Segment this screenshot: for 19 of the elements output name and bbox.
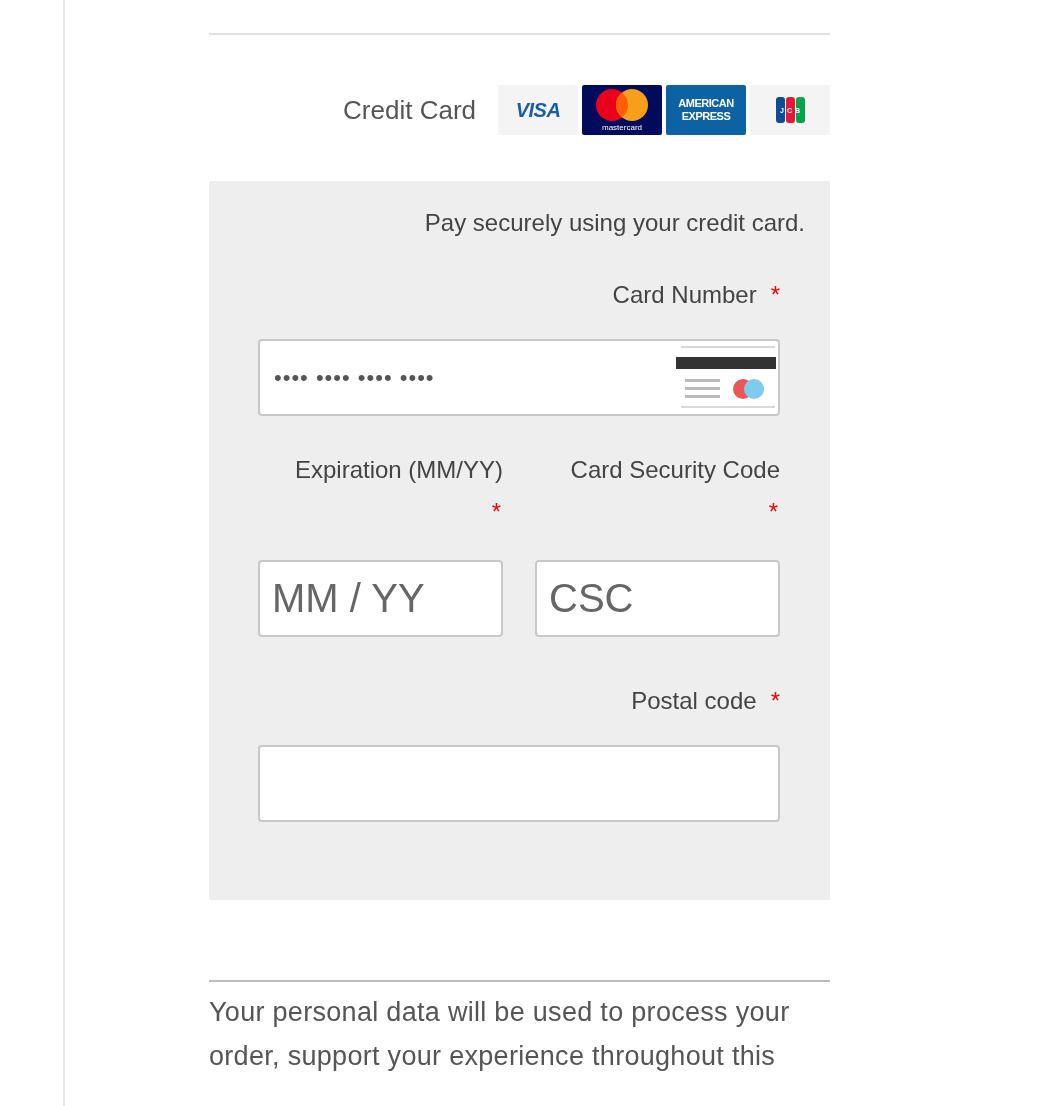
required-mark: * (770, 687, 780, 715)
payment-method-label: Credit Card (343, 94, 476, 126)
text-field[interactable]: MM / YY (258, 560, 503, 637)
required-mark: * (491, 498, 501, 526)
amex-logo: AMERICAN EXPRESS (666, 85, 746, 135)
card-number-field[interactable]: •••• •••• •••• •••• (258, 339, 780, 416)
required-mark: * (768, 498, 778, 526)
mastercard-logo: mastercard (582, 85, 662, 135)
required-mark: * (770, 281, 780, 309)
text-field[interactable]: CSC (535, 560, 780, 637)
field-label: Card Number (612, 281, 757, 309)
postal-code-field[interactable] (258, 745, 780, 822)
field-label: Postal code (631, 687, 757, 715)
form-intro-text: Pay securely using your credit card. (423, 209, 805, 237)
field-label: Card Security Code (570, 456, 780, 484)
privacy-notice-text: Your personal data will be used to process your order, support your experience throughout this (209, 996, 791, 1073)
field-label: Expiration (MM/YY) (294, 456, 503, 484)
visa-logo: VISA (498, 85, 578, 135)
credit-card-icon (676, 345, 776, 409)
